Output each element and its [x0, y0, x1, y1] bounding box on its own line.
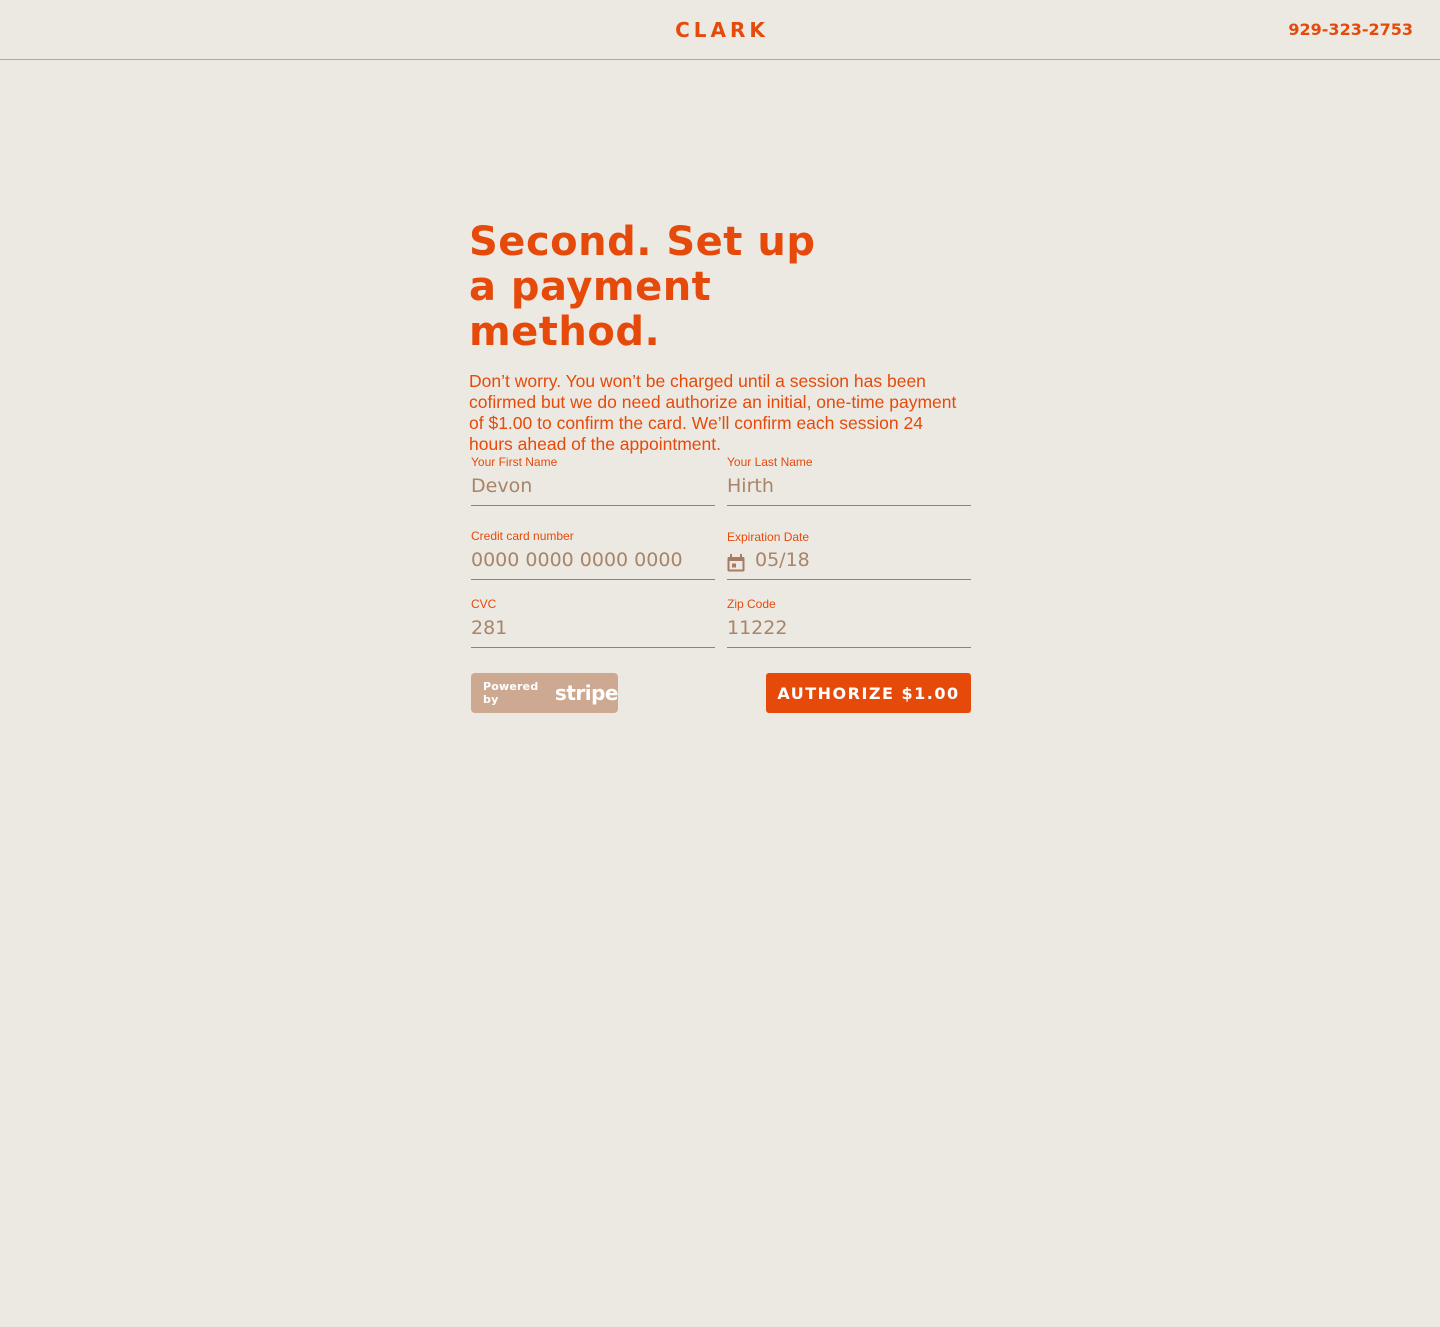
page-title: Second. Set up a payment method.	[469, 219, 816, 355]
intro-text: Don’t worry. You won’t be charged until …	[469, 371, 957, 454]
last-name-label: Your Last Name	[727, 455, 813, 469]
powered-by-text: Powered by	[483, 680, 539, 706]
zip-code-input[interactable]	[727, 615, 967, 641]
first-name-label: Your First Name	[471, 455, 558, 469]
expiration-date-field: Expiration Date	[727, 530, 971, 580]
calendar-icon	[727, 554, 745, 572]
cvc-field: CVC	[471, 597, 715, 648]
phone-number-link[interactable]: 929-323-2753	[1288, 19, 1413, 41]
first-name-input[interactable]	[471, 473, 711, 499]
stripe-wordmark: stripe	[554, 681, 619, 705]
expiration-date-input[interactable]	[755, 547, 967, 573]
authorize-button[interactable]: AUTHORIZE $1.00	[766, 673, 971, 713]
payment-content: Second. Set up a payment method. Don’t w…	[469, 220, 971, 455]
zip-code-field: Zip Code	[727, 597, 971, 648]
powered-by-stripe-badge[interactable]: Powered by stripe	[471, 673, 619, 713]
card-number-input[interactable]	[471, 547, 711, 573]
expiration-date-label: Expiration Date	[727, 530, 810, 544]
first-name-field: Your First Name	[471, 455, 715, 506]
cvc-label: CVC	[471, 597, 497, 611]
card-number-field: Credit card number	[471, 529, 715, 580]
cvc-input[interactable]	[471, 615, 711, 641]
card-number-label: Credit card number	[471, 529, 574, 543]
clark-logo[interactable]: CLARK	[0, 17, 1440, 43]
last-name-field: Your Last Name	[727, 455, 971, 506]
zip-code-label: Zip Code	[727, 597, 776, 611]
top-bar: CLARK 929-323-2753	[0, 0, 1440, 60]
last-name-input[interactable]	[727, 473, 967, 499]
